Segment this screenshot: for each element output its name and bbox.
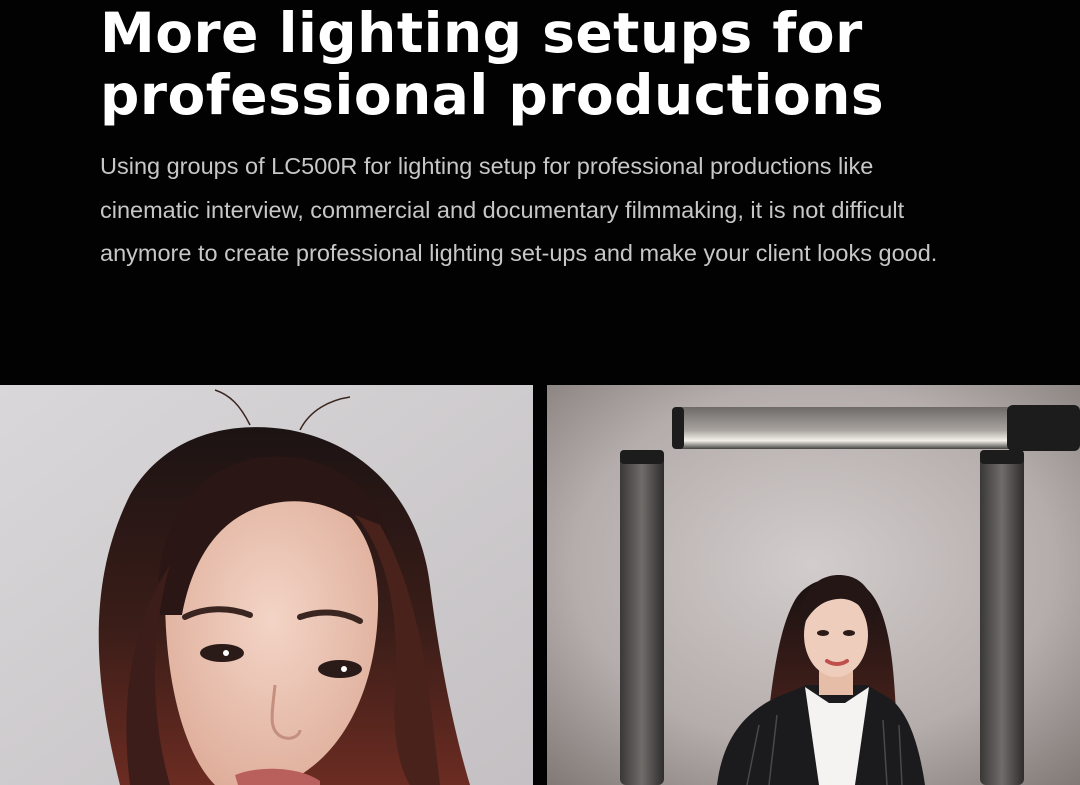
- feature-text-block: More lighting setups for professional pr…: [0, 0, 1080, 385]
- feature-headline: More lighting setups for professional pr…: [100, 2, 980, 126]
- feature-description: Using groups of LC500R for lighting setu…: [100, 153, 938, 266]
- close-up-portrait-photo: [0, 385, 533, 785]
- product-feature-section: More lighting setups for professional pr…: [0, 0, 1080, 785]
- lighting-setup-photo: [547, 385, 1080, 785]
- headline-line-1: More lighting setups for: [100, 1, 863, 65]
- headline-line-2: professional productions: [100, 63, 885, 127]
